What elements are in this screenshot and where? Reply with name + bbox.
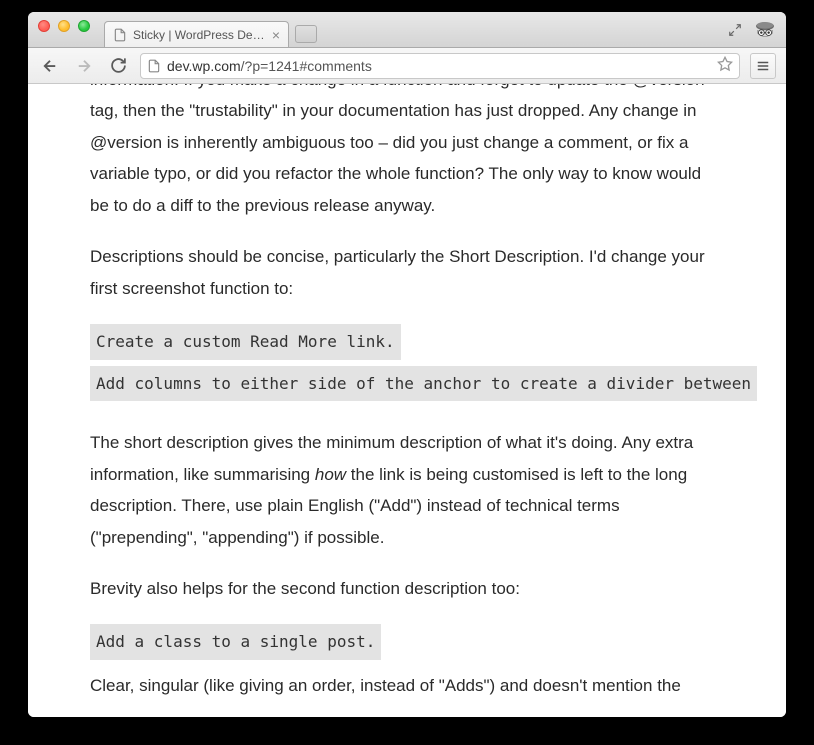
hamburger-menu-button[interactable]	[750, 53, 776, 79]
browser-tab[interactable]: Sticky | WordPress Develop ×	[104, 21, 289, 47]
new-tab-button[interactable]	[295, 25, 317, 43]
code-line: Add a class to a single post.	[90, 624, 381, 660]
url-path: /?p=1241#comments	[241, 58, 372, 74]
zoom-window-button[interactable]	[78, 20, 90, 32]
url-text: dev.wp.com/?p=1241#comments	[167, 58, 717, 74]
page-content[interactable]: information. If you make a change in a f…	[28, 84, 786, 717]
tab-title: Sticky | WordPress Develop	[133, 28, 266, 42]
article-body: information. If you make a change in a f…	[28, 84, 786, 701]
paragraph: Clear, singular (like giving an order, i…	[90, 670, 724, 701]
forward-button[interactable]	[72, 54, 96, 78]
titlebar-right	[728, 18, 776, 42]
paragraph: Brevity also helps for the second functi…	[90, 573, 724, 604]
paragraph: The short description gives the minimum …	[90, 427, 724, 553]
tab-strip: Sticky | WordPress Develop ×	[104, 12, 317, 47]
code-line: Create a custom Read More link.	[90, 324, 401, 360]
toolbar: dev.wp.com/?p=1241#comments	[28, 48, 786, 84]
incognito-icon	[752, 18, 776, 42]
paragraph: Descriptions should be concise, particul…	[90, 241, 724, 304]
window-controls	[38, 20, 90, 32]
url-domain: dev.wp.com	[167, 58, 241, 74]
titlebar: Sticky | WordPress Develop ×	[28, 12, 786, 48]
page-favicon-icon	[113, 28, 127, 42]
code-block: Create a custom Read More link. Add colu…	[90, 324, 724, 407]
bookmark-star-icon[interactable]	[717, 56, 733, 75]
browser-window: Sticky | WordPress Develop ×	[28, 12, 786, 717]
fullscreen-icon[interactable]	[728, 23, 742, 37]
close-tab-icon[interactable]: ×	[272, 27, 280, 43]
address-bar[interactable]: dev.wp.com/?p=1241#comments	[140, 53, 740, 79]
back-button[interactable]	[38, 54, 62, 78]
code-line: Add columns to either side of the anchor…	[90, 366, 757, 402]
reload-button[interactable]	[106, 54, 130, 78]
minimize-window-button[interactable]	[58, 20, 70, 32]
paragraph: information. If you make a change in a f…	[90, 84, 724, 221]
site-info-icon[interactable]	[147, 59, 161, 73]
close-window-button[interactable]	[38, 20, 50, 32]
emphasis: how	[315, 465, 346, 484]
code-block: Add a class to a single post.	[90, 624, 724, 666]
